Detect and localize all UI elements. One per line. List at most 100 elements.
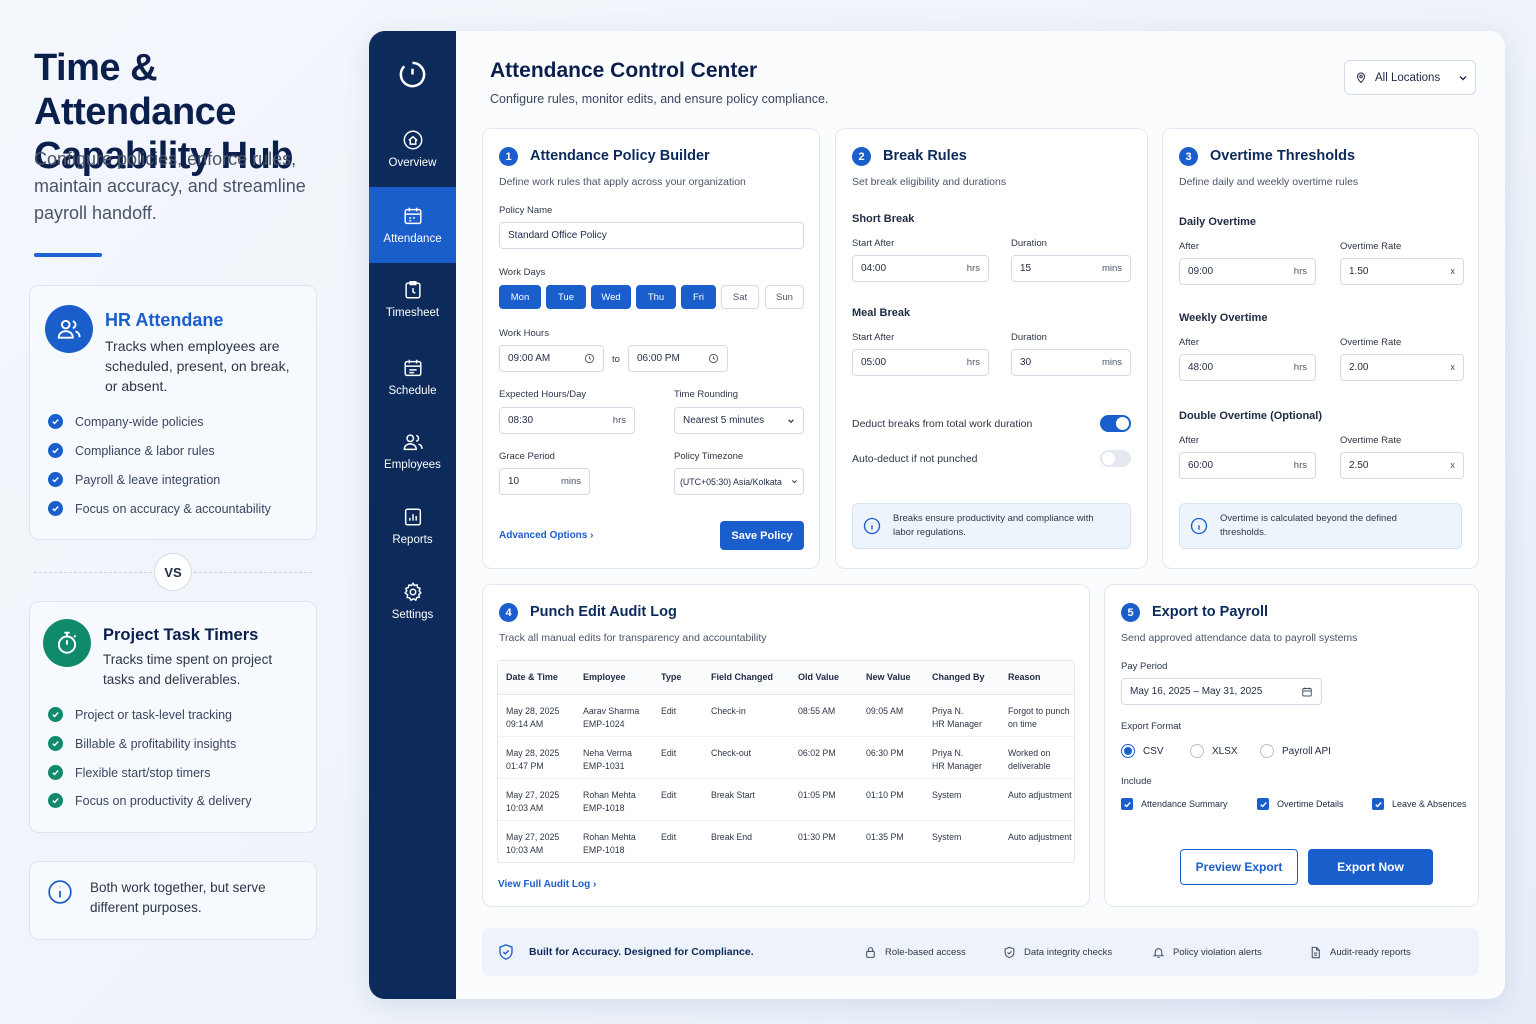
bell-icon xyxy=(1152,947,1165,958)
break-rules-title: Break Rules xyxy=(883,148,967,164)
column-header: New Value xyxy=(858,661,924,695)
note-card: Both work together, but serve different … xyxy=(29,861,317,940)
chevron-right-icon: › xyxy=(593,879,597,890)
chevron-down-icon xyxy=(1459,75,1467,80)
day-mon[interactable]: Mon xyxy=(499,285,541,309)
table-cell: 09:05 AM xyxy=(858,694,924,737)
export-payroll-panel: 5 Export to Payroll Send approved attend… xyxy=(1104,584,1479,907)
users-icon xyxy=(45,305,93,353)
daily-rate-input[interactable]: 1.50 x xyxy=(1340,258,1464,285)
sidebar: Overview Attendance Timesheet Schedule E… xyxy=(369,31,456,999)
include-overtime-details-checkbox[interactable]: Overtime Details xyxy=(1257,798,1344,810)
table-cell: 01:35 PM xyxy=(858,820,924,862)
table-cell: Priya N. HR Manager xyxy=(924,736,1000,779)
grace-period-input[interactable]: 10 mins xyxy=(499,468,590,495)
export-format-label: Export Format xyxy=(1121,721,1182,732)
note-text: Both work together, but serve different … xyxy=(90,880,266,915)
save-policy-button[interactable]: Save Policy xyxy=(720,521,804,550)
nav-employees[interactable]: Employees xyxy=(369,413,456,489)
include-leave-absences-checkbox[interactable]: Leave & Absences xyxy=(1372,798,1467,810)
weekly-after-input[interactable]: 48:00 hrs xyxy=(1179,354,1316,381)
location-select[interactable]: All Locations xyxy=(1344,60,1476,95)
table-row: May 27, 2025 10:03 AM Rohan Mehta EMP-101… xyxy=(498,778,1074,821)
nav-attendance[interactable]: Attendance xyxy=(369,187,456,263)
table-cell: Neha Verma EMP-1031 xyxy=(575,736,653,779)
format-csv-radio[interactable]: CSV xyxy=(1121,744,1164,758)
include-attendance-summary-checkbox[interactable]: Attendance Summary xyxy=(1121,798,1228,810)
policy-name-input[interactable]: Standard Office Policy xyxy=(499,222,804,249)
day-sat[interactable]: Sat xyxy=(721,285,759,309)
export-title: Export to Payroll xyxy=(1152,604,1269,620)
table-cell: Edit xyxy=(653,694,703,737)
column-header: Old Value xyxy=(790,661,858,695)
page-title: Attendance Control Center xyxy=(490,59,758,82)
day-sun[interactable]: Sun xyxy=(765,285,804,309)
table-cell: 06:30 PM xyxy=(858,736,924,779)
auto-deduct-label: Auto-deduct if not punched xyxy=(852,453,978,465)
expected-hours-label: Expected Hours/Day xyxy=(499,389,587,400)
deduct-breaks-toggle[interactable] xyxy=(1100,415,1131,432)
audit-table: Date & Time Employee Type Field Changed Old … xyxy=(497,660,1075,863)
shield-check-icon xyxy=(1004,946,1015,958)
nav-reports[interactable]: Reports xyxy=(369,488,456,564)
work-hours-label: Work Hours xyxy=(499,328,549,339)
daily-after-input[interactable]: 09:00 hrs xyxy=(1179,258,1316,285)
column-header: Date & Time xyxy=(498,661,575,695)
view-full-audit-log-link[interactable]: View Full Audit Log › xyxy=(498,879,596,890)
advanced-options-link[interactable]: Advanced Options › xyxy=(499,530,593,541)
start-time-input[interactable]: 09:00 AM xyxy=(499,345,604,372)
nav-timesheet[interactable]: Timesheet xyxy=(369,261,456,337)
end-time-input[interactable]: 06:00 PM xyxy=(628,345,728,372)
nav-settings[interactable]: Settings xyxy=(369,563,456,639)
short-break-heading: Short Break xyxy=(852,213,915,225)
weekly-rate-input[interactable]: 2.00 x xyxy=(1340,354,1464,381)
policy-subtitle: Define work rules that apply across your… xyxy=(499,176,746,188)
table-cell: Forgot to punch on time xyxy=(1000,694,1074,737)
step-badge: 5 xyxy=(1121,603,1140,622)
pay-period-label: Pay Period xyxy=(1121,661,1168,672)
chevron-right-icon: › xyxy=(590,530,594,541)
table-cell: Break End xyxy=(703,820,790,862)
gear-icon xyxy=(403,581,422,602)
pay-period-input[interactable]: May 16, 2025 – May 31, 2025 xyxy=(1121,678,1322,705)
policy-timezone-label: Policy Timezone xyxy=(674,451,744,462)
format-payroll-api-radio[interactable]: Payroll API xyxy=(1260,744,1331,758)
hero-subtitle: Configure policies, enforce rules, maint… xyxy=(34,149,306,223)
check-icon xyxy=(48,765,63,780)
day-wed[interactable]: Wed xyxy=(591,285,631,309)
short-break-duration-input[interactable]: 15 mins xyxy=(1011,255,1131,282)
chevron-down-icon xyxy=(788,418,794,423)
export-now-button[interactable]: Export Now xyxy=(1308,849,1433,885)
time-rounding-label: Time Rounding xyxy=(674,389,739,400)
day-fri[interactable]: Fri xyxy=(681,285,716,309)
time-rounding-select[interactable]: Nearest 5 minutes xyxy=(674,407,804,434)
meal-break-duration-input[interactable]: 30 mins xyxy=(1011,349,1131,376)
to-label: to xyxy=(612,354,620,365)
audit-log-title: Punch Edit Audit Log xyxy=(530,604,677,620)
double-rate-input[interactable]: 2.50 x xyxy=(1340,452,1464,479)
day-thu[interactable]: Thu xyxy=(636,285,676,309)
nav-overview[interactable]: Overview xyxy=(369,111,456,187)
check-icon xyxy=(48,501,63,516)
day-tue[interactable]: Tue xyxy=(546,285,586,309)
meal-break-start-input[interactable]: 05:00 hrs xyxy=(852,349,989,376)
check-icon xyxy=(48,736,63,751)
hr-card-title: HR Attendane xyxy=(105,310,224,330)
check-icon xyxy=(48,443,63,458)
lock-icon xyxy=(866,946,875,958)
double-after-input[interactable]: 60:00 hrs xyxy=(1179,452,1316,479)
short-break-start-input[interactable]: 04:00 hrs xyxy=(852,255,989,282)
expected-hours-input[interactable]: 08:30 hrs xyxy=(499,407,635,434)
format-xlsx-radio[interactable]: XLSX xyxy=(1190,744,1238,758)
shield-icon xyxy=(499,944,513,960)
auto-deduct-toggle[interactable] xyxy=(1100,450,1131,467)
nav-schedule[interactable]: Schedule xyxy=(369,339,456,415)
table-cell: 06:02 PM xyxy=(790,736,858,779)
table-row: May 28, 2025 09:14 AM Aarav Sharma EMP-10… xyxy=(498,694,1074,737)
column-header: Type xyxy=(653,661,703,695)
policy-timezone-select[interactable]: (UTC+05:30) Asia/Kolkata xyxy=(674,468,804,495)
schedule-icon xyxy=(403,359,422,377)
table-cell: 01:10 PM xyxy=(858,778,924,821)
hr-feature: Payroll & leave integration xyxy=(48,472,220,487)
preview-export-button[interactable]: Preview Export xyxy=(1180,849,1298,885)
